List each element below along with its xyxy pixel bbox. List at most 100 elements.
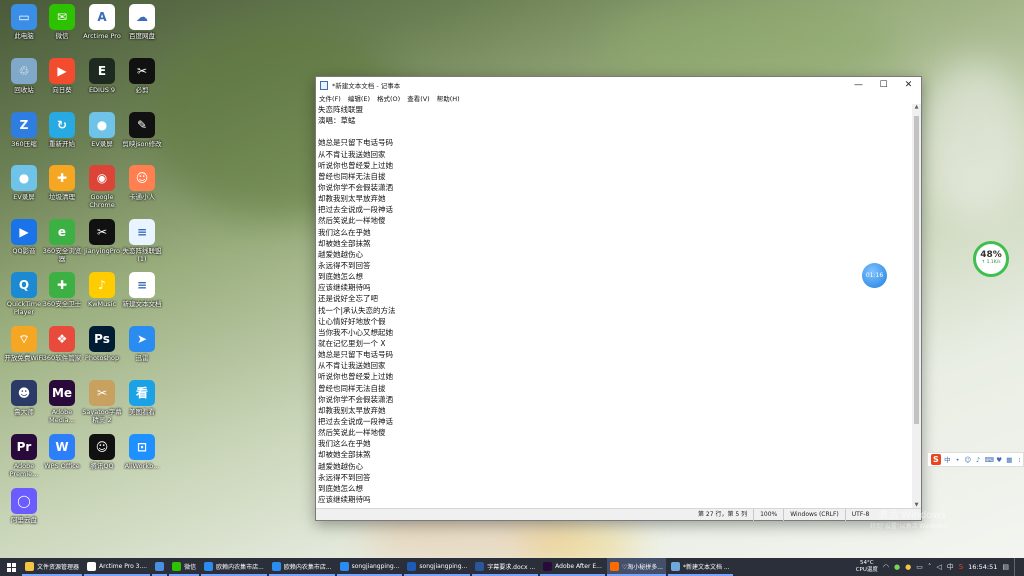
- maximize-button[interactable]: ☐: [871, 77, 896, 93]
- desktop-icon[interactable]: ✂ 必剪: [120, 58, 164, 94]
- adobe-media-icon: Me: [49, 380, 75, 406]
- menu-grid-icon[interactable]: ⁝: [1016, 456, 1023, 464]
- document-icon: ≡: [129, 219, 155, 245]
- keyboard-icon[interactable]: ⌨: [985, 456, 994, 464]
- desktop-icon[interactable]: ◯ 阿里云盘: [2, 488, 46, 524]
- close-button[interactable]: ✕: [896, 77, 921, 93]
- taskbar-app-button[interactable]: 字幕要求.docx ...: [472, 558, 539, 576]
- desktop-icon[interactable]: ✚ 垃圾清理: [40, 165, 84, 201]
- desktop-icon-label: 阿里云盘: [11, 516, 37, 524]
- start-button[interactable]: [0, 558, 22, 576]
- menu-edit[interactable]: 编辑(E): [348, 93, 370, 104]
- desktop-icon[interactable]: e 360安全浏览器: [40, 219, 84, 263]
- taskbar-app-button[interactable]: 欧赖内农集市店...: [268, 558, 335, 576]
- notification-icon[interactable]: ▤: [1002, 563, 1009, 571]
- desktop-icon[interactable]: ◉ Google Chrome: [80, 165, 124, 209]
- floating-timer-bubble[interactable]: 01:16: [862, 263, 887, 288]
- toolbox-icon[interactable]: ▦: [1006, 456, 1013, 464]
- desktop-icon[interactable]: ☁ 百度网盘: [120, 4, 164, 40]
- taskbar-app-button[interactable]: songjiangping...: [404, 558, 471, 576]
- desktop-icon[interactable]: 看美图看看: [120, 380, 164, 416]
- desktop-icon[interactable]: ≡ 新建文本文档: [120, 272, 164, 308]
- taskbar-app-button[interactable]: 文件资源管理器: [22, 558, 83, 576]
- taskbar-app-button[interactable]: 微信: [169, 558, 200, 576]
- taskbar-app-button[interactable]: Arctime Pro 3....: [84, 558, 151, 576]
- desktop-icon[interactable]: ✂ JianyingPro: [80, 219, 124, 255]
- quicktime-icon: Q: [11, 272, 37, 298]
- desktop-icon-label: WPS Office: [44, 462, 80, 470]
- sogou-tray-icon[interactable]: S: [959, 563, 963, 571]
- desktop-icon[interactable]: ↻ 重新开始: [40, 112, 84, 148]
- scrollbar-thumb[interactable]: [914, 116, 919, 424]
- menu-view[interactable]: 查看(V): [407, 93, 430, 104]
- desktop-icon[interactable]: ✎ 剪映json修改: [120, 112, 164, 148]
- network-icon[interactable]: ▭: [916, 563, 923, 571]
- line-ending: Windows (CRLF): [783, 508, 845, 521]
- cpu-temperature[interactable]: 54°C CPU温度: [856, 560, 878, 574]
- taskbar-app-button[interactable]: *新建文本文档 ...: [667, 558, 733, 576]
- desktop-icon-label: 美图看看: [129, 408, 155, 416]
- desktop-icon[interactable]: ≡ 失恋阵线联盟 (1): [120, 219, 164, 263]
- taskbar-app-label: ♡淘小秘拼多...: [621, 563, 663, 571]
- show-desktop-button[interactable]: [1014, 558, 1018, 576]
- text-line: 让心情好好地放个假: [318, 316, 386, 326]
- taskbar-app-button[interactable]: 欧赖内农集市店...: [201, 558, 267, 576]
- microphone-icon[interactable]: ♪: [974, 456, 981, 464]
- desktop-icon[interactable]: ♪ KwMusic: [80, 272, 124, 308]
- desktop-icon[interactable]: ● EV录屏: [80, 112, 124, 148]
- thunder-icon: ➤: [129, 326, 155, 352]
- taskbar-app-button[interactable]: [152, 558, 168, 576]
- sogou-ime-icon[interactable]: S: [931, 454, 941, 465]
- notepad-window[interactable]: *新建文本文档 - 记事本 — ☐ ✕ 文件(F) 编辑(E) 格式(O) 查看…: [315, 76, 922, 521]
- scroll-up-arrow-icon[interactable]: ▲: [912, 104, 921, 110]
- ime-indicator-icon[interactable]: 中: [947, 562, 954, 572]
- notepad-title-bar[interactable]: *新建文本文档 - 记事本 — ☐ ✕: [316, 77, 921, 93]
- text-line: 应该继续期待吗: [318, 283, 371, 293]
- desktop-icon[interactable]: ☺ 腾讯QQ: [80, 434, 124, 470]
- punctuation-icon[interactable]: •: [954, 456, 961, 464]
- taskbar-app-button[interactable]: ♡淘小秘拼多...: [606, 558, 666, 576]
- taskbar-app-icon: [87, 561, 97, 571]
- desktop-icon[interactable]: ✂ Sayatoo字幕精灵 2: [80, 380, 124, 424]
- green-app-tray-icon[interactable]: ●: [894, 563, 900, 571]
- yellow-app-tray-icon[interactable]: ●: [905, 563, 911, 571]
- menu-help[interactable]: 帮助(H): [437, 93, 460, 104]
- desktop-icon[interactable]: ✚ 360安全卫士: [40, 272, 84, 308]
- text-line: 演唱：草蜢: [318, 116, 356, 126]
- desktop-icon[interactable]: E EDIUS 9: [80, 58, 124, 94]
- skin-icon[interactable]: ♥: [996, 456, 1003, 464]
- aliworkbench-icon: ⊡: [129, 434, 155, 460]
- desktop-icon[interactable]: Ps Photoshop: [80, 326, 124, 362]
- desktop-icon[interactable]: ⊡ AliWorkb...: [120, 434, 164, 470]
- wifi-icon-tray[interactable]: ◠: [883, 563, 889, 571]
- text-line: 永远得不到回答: [318, 472, 371, 482]
- desktop-icon-label: 腾讯QQ: [90, 462, 114, 470]
- desktop-icon[interactable]: ❖ 360软件管家: [40, 326, 84, 362]
- desktop-icon[interactable]: A Arctime Pro: [80, 4, 124, 40]
- desktop-icon-label: EDIUS 9: [88, 86, 116, 94]
- chinese-mode-icon[interactable]: 中: [944, 456, 951, 464]
- ime-toolbar[interactable]: S 中 • ☺ ♪ ⌨ ♥ ▦ ⁝: [927, 452, 1024, 467]
- desktop-icon-label: 微信: [55, 32, 69, 40]
- chevron-up-icon[interactable]: ˄: [928, 563, 932, 571]
- desktop-icon[interactable]: ✉ 微信: [40, 4, 84, 40]
- browser-360-icon: e: [49, 219, 75, 245]
- taskbar-app-button[interactable]: Adobe After E...: [540, 558, 605, 576]
- clock[interactable]: 16:54:51: [968, 563, 997, 571]
- desktop-icon-label: Arctime Pro: [83, 32, 121, 40]
- emoji-icon[interactable]: ☺: [964, 456, 971, 464]
- desktop-icon[interactable]: ☺ 卡通小人: [120, 165, 164, 201]
- software-360-icon: ❖: [49, 326, 75, 352]
- taskbar-app-button[interactable]: songjiangping...: [336, 558, 403, 576]
- desktop-icon[interactable]: ➤ 迅雷: [120, 326, 164, 362]
- menu-file[interactable]: 文件(F): [319, 93, 341, 104]
- speaker-icon[interactable]: ◁: [936, 563, 941, 571]
- desktop-icon[interactable]: ▶ 向日葵: [40, 58, 84, 94]
- cpu-usage-widget[interactable]: 48% ↑ 1.1K/s: [973, 241, 1009, 277]
- vertical-scrollbar[interactable]: ▲ ▼: [912, 104, 921, 508]
- text-editor-area[interactable]: 失恋阵线联盟 演唱：草蜢 她总是只留下电话号码 从不肯让我送她回家 听说你也曾经爱上过她…: [316, 104, 912, 508]
- menu-format[interactable]: 格式(O): [377, 93, 400, 104]
- desktop-icon[interactable]: W WPS Office: [40, 434, 84, 470]
- minimize-button[interactable]: —: [846, 77, 871, 93]
- desktop-icon[interactable]: Me Adobe Media...: [40, 380, 84, 424]
